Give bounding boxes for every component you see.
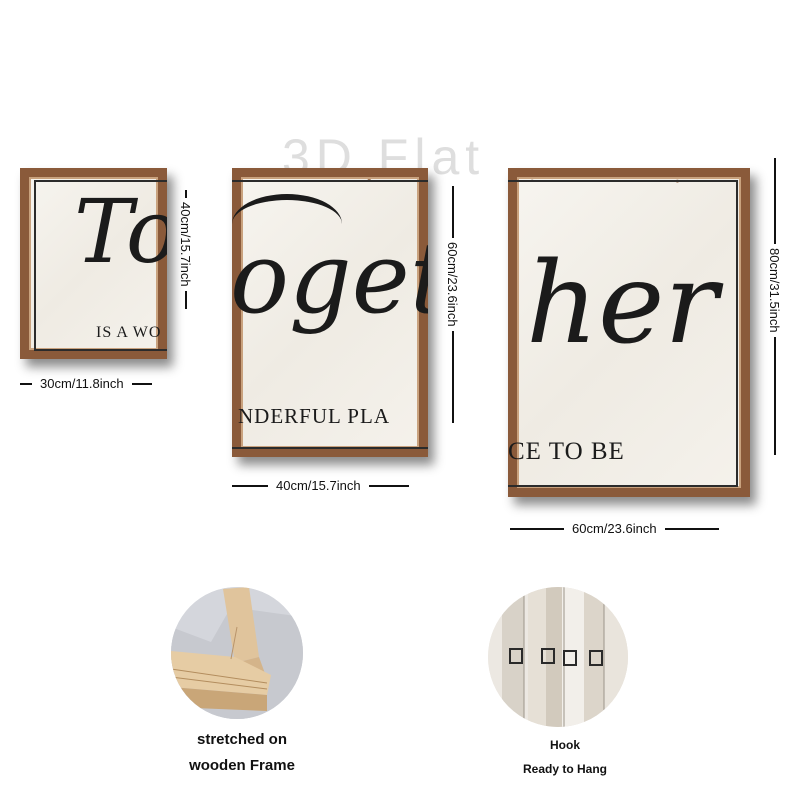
panel-large-caps-text: CE TO BE [508,438,625,465]
dimension-medium-height: 60cm/23.6inch [445,186,460,423]
hook-detail-image [488,587,628,727]
panel-small-script-text: To [74,180,167,283]
dimension-medium-width-label: 40cm/15.7inch [276,478,361,493]
canvas-panel-large: her CE TO BE [508,168,750,497]
wooden-frame-caption-line2: wooden Frame [189,757,295,774]
dimension-medium-height-label: 60cm/23.6inch [445,242,460,327]
panel-medium-caps-text: NDERFUL PLA [238,404,390,428]
dimension-large-height: 80cm/31.5inch [767,158,782,455]
hook-caption-line1: Hook [550,738,580,752]
dimension-small-height: 40cm/15.7inch [178,190,193,309]
panel-large-script-text: her [526,239,718,369]
dimension-large-width-label: 60cm/23.6inch [572,521,657,536]
wooden-frame-detail-image [171,587,303,719]
dimension-large-height-label: 80cm/31.5inch [767,248,782,333]
wooden-frame-icon [171,587,303,719]
dimension-small-width: 30cm/11.8inch [20,376,152,391]
dimension-small-height-label: 40cm/15.7inch [178,202,193,287]
dimension-medium-width: 40cm/15.7inch [232,478,409,493]
canvas-panel-small: To IS A WO [20,168,167,359]
hook-caption-line2: Ready to Hang [522,762,607,776]
wooden-frame-caption-line1: stretched on [196,731,287,748]
panel-medium-script-text: ogeth [232,222,428,336]
dimension-small-width-label: 30cm/11.8inch [40,376,124,391]
canvas-panel-medium: ogeth NDERFUL PLA [232,168,428,457]
hook-icon [488,587,628,727]
dimension-large-width: 60cm/23.6inch [510,521,719,536]
panel-small-caps-text: IS A WO [96,324,162,341]
